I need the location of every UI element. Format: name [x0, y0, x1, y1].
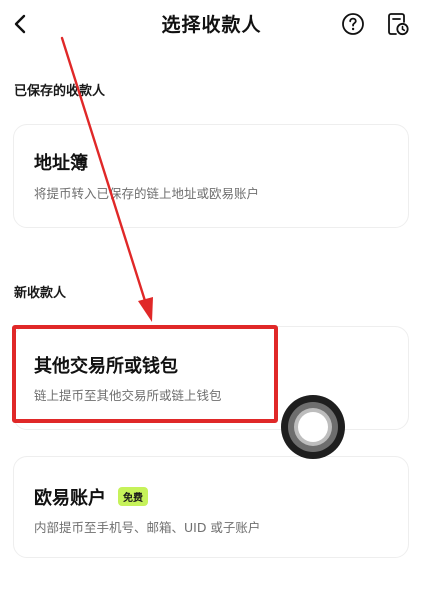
touch-circle-icon — [281, 395, 345, 459]
highlight-box — [12, 325, 278, 423]
okx-account-title: 欧易账户 — [34, 488, 106, 509]
help-button[interactable] — [341, 12, 365, 36]
address-book-description: 将提币转入已保存的链上地址或欧易账户 — [34, 186, 260, 201]
okx-account-description: 内部提币至手机号、邮箱、UID 或子账户 — [34, 520, 261, 535]
saved-recipients-heading: 已保存的收款人 — [14, 84, 106, 99]
okx-account-card[interactable]: 欧易账户 免费 内部提币至手机号、邮箱、UID 或子账户 — [13, 456, 409, 558]
history-button[interactable] — [385, 11, 411, 37]
question-circle-icon — [342, 13, 364, 35]
new-recipients-heading: 新收款人 — [14, 286, 67, 301]
address-book-card[interactable]: 地址簿 将提币转入已保存的链上地址或欧易账户 — [13, 124, 409, 228]
top-bar: 选择收款人 — [0, 0, 423, 48]
select-recipient-screen: 选择收款人 已保存的收款人 地址簿 将提币转入已保存的链上地址或欧易账户 新收款… — [0, 0, 423, 601]
assistive-touch-button[interactable] — [280, 394, 346, 460]
document-clock-icon — [388, 13, 409, 36]
address-book-title: 地址簿 — [34, 153, 88, 174]
free-badge: 免费 — [118, 487, 148, 506]
